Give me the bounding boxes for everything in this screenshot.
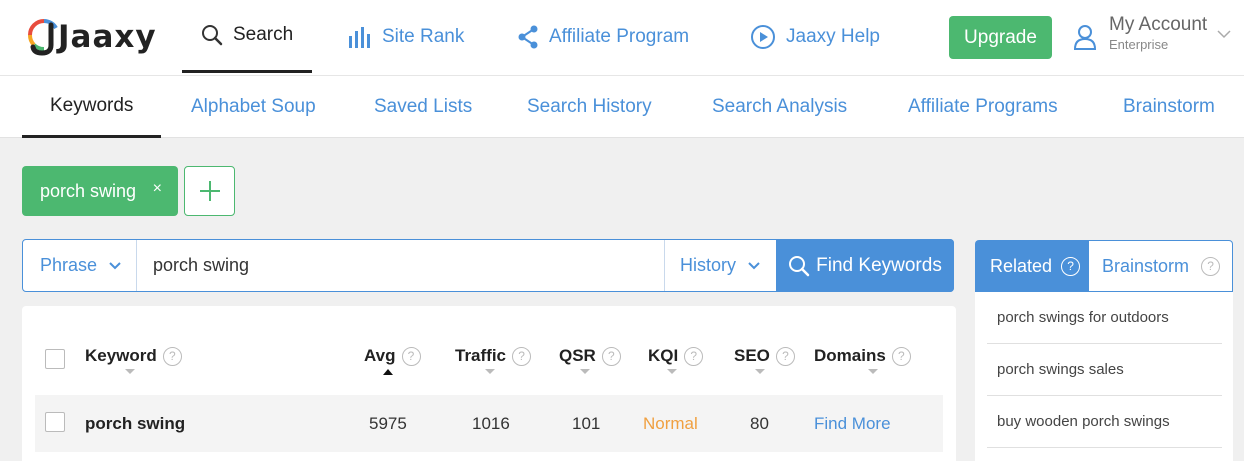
- help-icon[interactable]: ?: [775, 346, 795, 366]
- search-mode-label: Phrase: [40, 255, 98, 275]
- logo-text: Jaaxy: [58, 19, 157, 55]
- nav-jaaxy-help[interactable]: Jaaxy Help: [750, 0, 880, 73]
- help-icon[interactable]: ?: [601, 346, 621, 366]
- find-more-link[interactable]: Find More: [814, 414, 891, 434]
- keyword-results-table: Keyword ? Avg ? Traffic ? QSR ? KQI ? SE…: [22, 306, 956, 461]
- search-icon: [789, 255, 810, 276]
- tab-search-analysis[interactable]: Search Analysis: [712, 76, 847, 138]
- column-header-traffic[interactable]: Traffic ?: [455, 346, 532, 366]
- tab-related-label: Related: [990, 255, 1053, 276]
- account-plan: Enterprise: [1109, 37, 1169, 52]
- help-icon[interactable]: ?: [891, 346, 911, 366]
- help-icon[interactable]: ?: [1061, 256, 1081, 276]
- tab-brainstorm-panel[interactable]: Brainstorm ?: [1089, 240, 1233, 292]
- tab-alphabet-soup[interactable]: Alphabet Soup: [191, 76, 316, 138]
- column-domains-label: Domains: [814, 346, 886, 365]
- column-seo-label: SEO: [734, 346, 770, 365]
- column-header-seo[interactable]: SEO ?: [734, 346, 795, 366]
- row-seo: 80: [750, 414, 769, 433]
- chevron-down-icon: [1217, 30, 1231, 39]
- share-icon: [518, 25, 538, 48]
- history-dropdown[interactable]: History: [664, 240, 776, 291]
- help-icon[interactable]: ?: [684, 346, 704, 366]
- sort-arrow-icon[interactable]: [383, 369, 393, 375]
- list-item[interactable]: porch swings sales: [987, 344, 1222, 396]
- sort-arrow-icon[interactable]: [580, 369, 590, 374]
- row-avg: 5975: [369, 414, 407, 433]
- search-tab-label: porch swing: [40, 180, 137, 201]
- upgrade-button[interactable]: Upgrade: [949, 16, 1052, 59]
- nav-search-label: Search: [233, 24, 294, 45]
- list-item[interactable]: porch swings for outdoors: [987, 292, 1222, 344]
- row-kqi: Normal: [643, 414, 698, 433]
- chevron-down-icon: [109, 261, 121, 269]
- jaaxy-logo[interactable]: Jaaxy: [24, 12, 157, 58]
- column-header-keyword[interactable]: Keyword ?: [85, 346, 182, 366]
- play-circle-icon: [751, 24, 775, 49]
- tab-brainstorm[interactable]: Brainstorm: [1123, 76, 1215, 138]
- nav-site-rank[interactable]: Site Rank: [348, 0, 464, 73]
- help-icon[interactable]: ?: [401, 346, 421, 366]
- chevron-down-icon: [748, 261, 760, 269]
- add-search-tab-button[interactable]: [184, 166, 235, 216]
- keyword-search-input[interactable]: [138, 240, 664, 291]
- keyword-tools-subnav: Keywords Alphabet Soup Saved Lists Searc…: [0, 76, 1244, 138]
- related-panel-tabs: Related ? Brainstorm ?: [975, 240, 1233, 292]
- history-label: History: [680, 255, 737, 275]
- column-traffic-label: Traffic: [455, 346, 507, 365]
- jaaxy-logo-mark: [24, 15, 64, 56]
- search-tab-chip[interactable]: porch swing ×: [22, 166, 178, 216]
- nav-affiliate-program[interactable]: Affiliate Program: [517, 0, 689, 73]
- sort-arrow-icon[interactable]: [125, 369, 135, 374]
- column-header-domains[interactable]: Domains ?: [814, 346, 911, 366]
- top-navbar: Jaaxy Search Site Rank Affiliate Program: [0, 0, 1244, 76]
- column-header-kqi[interactable]: KQI ?: [648, 346, 704, 366]
- column-avg-label: Avg: [364, 346, 396, 365]
- column-kqi-label: KQI: [648, 346, 679, 365]
- tab-affiliate-programs[interactable]: Affiliate Programs: [908, 76, 1058, 138]
- sort-arrow-icon[interactable]: [667, 369, 677, 374]
- sort-arrow-icon[interactable]: [868, 369, 878, 374]
- bar-chart-icon: [349, 26, 370, 48]
- find-keywords-label: Find Keywords: [816, 254, 942, 276]
- column-qsr-label: QSR: [559, 346, 596, 365]
- search-mode-dropdown[interactable]: Phrase: [23, 240, 137, 291]
- sort-arrow-icon[interactable]: [755, 369, 765, 374]
- keyword-search-bar: Phrase History Find Keywords: [22, 239, 954, 292]
- tab-search-history[interactable]: Search History: [527, 76, 652, 138]
- help-icon[interactable]: ?: [162, 346, 182, 366]
- close-icon[interactable]: ×: [153, 180, 162, 198]
- nav-jaaxy-help-label: Jaaxy Help: [786, 25, 880, 47]
- help-icon[interactable]: ?: [512, 346, 532, 366]
- nav-site-rank-label: Site Rank: [382, 25, 465, 47]
- row-traffic: 1016: [472, 414, 510, 433]
- tab-keywords[interactable]: Keywords: [22, 76, 162, 138]
- column-keyword-label: Keyword: [85, 346, 157, 365]
- nav-affiliate-program-label: Affiliate Program: [549, 25, 690, 47]
- column-header-qsr[interactable]: QSR ?: [559, 346, 621, 366]
- tab-saved-lists[interactable]: Saved Lists: [374, 76, 472, 138]
- row-keyword[interactable]: porch swing: [85, 414, 185, 434]
- nav-search[interactable]: Search: [182, 0, 313, 73]
- column-header-avg[interactable]: Avg ?: [364, 346, 421, 366]
- account-name: My Account: [1109, 14, 1208, 35]
- user-icon: [1073, 25, 1097, 50]
- tab-related[interactable]: Related ?: [975, 240, 1089, 292]
- related-keywords-list: porch swings for outdoors porch swings s…: [975, 292, 1233, 461]
- account-menu[interactable]: My Account Enterprise: [1073, 14, 1231, 52]
- list-item[interactable]: buy wooden porch swings: [987, 396, 1222, 448]
- sort-arrow-icon[interactable]: [485, 369, 495, 374]
- find-keywords-button[interactable]: Find Keywords: [776, 239, 954, 292]
- row-checkbox[interactable]: [45, 412, 65, 432]
- select-all-checkbox[interactable]: [45, 349, 65, 369]
- row-qsr: 101: [572, 414, 601, 433]
- help-icon[interactable]: ?: [1201, 256, 1221, 276]
- plus-icon: [199, 181, 220, 201]
- search-icon: [202, 25, 223, 46]
- tab-brainstorm-label: Brainstorm: [1102, 255, 1190, 276]
